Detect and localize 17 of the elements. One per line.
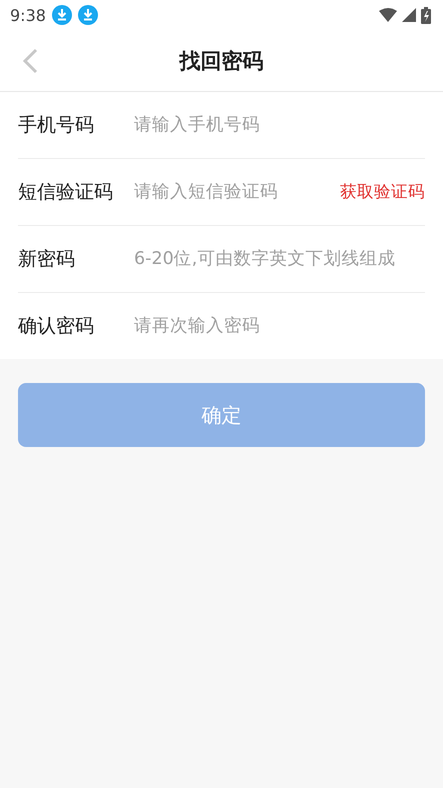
signal-icon xyxy=(402,8,416,22)
status-time: 9:38 xyxy=(10,6,46,24)
field-label: 确认密码 xyxy=(18,314,95,339)
input-field[interactable]: 请再次输入密码 xyxy=(134,316,425,336)
battery-icon xyxy=(421,6,431,24)
back-icon[interactable] xyxy=(22,48,38,74)
get-code-link[interactable]: 获取验证码 xyxy=(340,181,425,203)
input-field[interactable]: 请输入短信验证码 xyxy=(134,182,340,202)
download-icon xyxy=(52,5,72,25)
field-label: 新密码 xyxy=(18,247,76,272)
download-icon xyxy=(78,5,98,25)
page-title: 找回密码 xyxy=(180,48,264,74)
field-label: 手机号码 xyxy=(18,113,95,138)
input-field[interactable]: 请输入手机号码 xyxy=(134,115,425,135)
field-label: 短信验证码 xyxy=(18,180,114,205)
input-field[interactable]: 6-20位,可由数字英文下划线组成 xyxy=(134,249,425,269)
wifi-icon xyxy=(379,8,397,22)
